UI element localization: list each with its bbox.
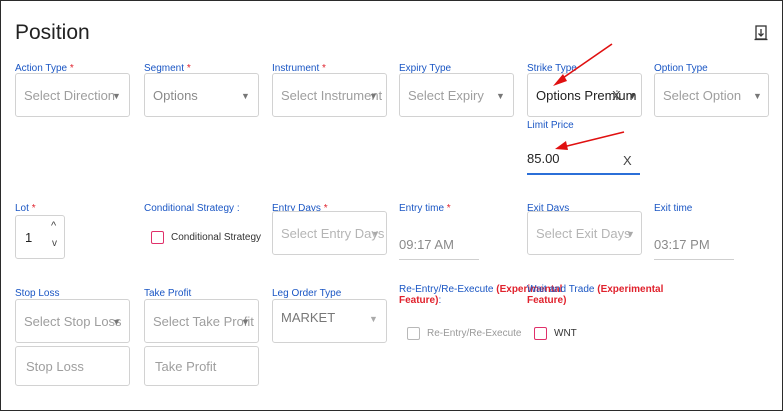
chevron-down-icon: ▼ bbox=[369, 314, 378, 324]
take-profit-placeholder: Select Take Profit bbox=[153, 314, 254, 329]
position-panel: Position Action Type * Segment * Instrum… bbox=[0, 0, 783, 411]
conditional-strategy-checkbox-label: Conditional Strategy bbox=[171, 232, 262, 243]
take-profit-input-placeholder: Take Profit bbox=[155, 359, 217, 374]
strike-type-value: Options Premium bbox=[536, 88, 637, 103]
chevron-down-icon: ▼ bbox=[112, 317, 121, 327]
entry-days-select[interactable]: Select Entry Days ▼ bbox=[272, 211, 387, 255]
exit-time-value: 03:17 PM bbox=[654, 237, 710, 252]
option-type-select[interactable]: Select Option ▼ bbox=[654, 73, 769, 117]
page-title: Position bbox=[15, 21, 90, 44]
lot-value: 1 bbox=[25, 230, 33, 245]
stop-loss-input-placeholder: Stop Loss bbox=[26, 359, 84, 374]
action-type-placeholder: Select Direction bbox=[24, 88, 116, 103]
chevron-down-icon: ▼ bbox=[369, 91, 378, 101]
leg-order-type-label: Leg Order Type bbox=[272, 288, 342, 299]
take-profit-select[interactable]: Select Take Profit ▼ bbox=[144, 299, 259, 343]
take-profit-input[interactable]: Take Profit bbox=[144, 346, 259, 386]
entry-days-placeholder: Select Entry Days bbox=[281, 226, 385, 241]
wnt-checkbox[interactable] bbox=[534, 327, 547, 340]
stop-loss-placeholder: Select Stop Loss bbox=[24, 314, 122, 329]
instrument-placeholder: Select Instrument bbox=[281, 88, 383, 103]
chevron-down-icon: ▼ bbox=[628, 91, 637, 101]
entry-time-label: Entry time * bbox=[399, 203, 451, 214]
lot-stepper[interactable]: 1 ^ v bbox=[15, 215, 65, 259]
limit-price-label: Limit Price bbox=[527, 120, 574, 131]
leg-order-type-value: MARKET bbox=[281, 310, 336, 325]
reentry-checkbox[interactable] bbox=[407, 327, 420, 340]
chevron-up-icon[interactable]: ^ bbox=[51, 220, 56, 232]
chevron-down-icon: ▼ bbox=[626, 229, 635, 239]
reentry-checkbox-label: Re-Entry/Re-Execute bbox=[427, 328, 522, 339]
strike-type-select[interactable]: Options Premium X ▼ bbox=[527, 73, 642, 117]
stop-loss-input[interactable]: Stop Loss bbox=[15, 346, 130, 386]
clear-icon[interactable]: X bbox=[612, 88, 621, 103]
expiry-type-select[interactable]: Select Expiry ▼ bbox=[399, 73, 514, 117]
chevron-down-icon: ▼ bbox=[241, 91, 250, 101]
entry-time-value: 09:17 AM bbox=[399, 237, 454, 252]
wait-and-trade-label: Wait and Trade (Experimental Feature) bbox=[527, 284, 664, 306]
option-type-placeholder: Select Option bbox=[663, 88, 742, 103]
exit-days-placeholder: Select Exit Days bbox=[536, 226, 631, 241]
limit-price-input[interactable]: 85.00 X bbox=[527, 143, 640, 175]
conditional-strategy-checkbox[interactable] bbox=[151, 231, 164, 244]
segment-value: Options bbox=[153, 88, 198, 103]
chevron-down-icon: ▼ bbox=[112, 91, 121, 101]
chevron-down-icon: ▼ bbox=[496, 91, 505, 101]
chevron-down-icon[interactable]: v bbox=[52, 238, 57, 249]
stop-loss-label: Stop Loss bbox=[15, 288, 60, 299]
lot-label: Lot * bbox=[15, 203, 36, 214]
leg-order-type-select[interactable]: MARKET ▼ bbox=[272, 299, 387, 343]
entry-time-input[interactable]: 09:17 AM bbox=[399, 223, 479, 260]
exit-days-select[interactable]: Select Exit Days ▼ bbox=[527, 211, 642, 255]
instrument-select[interactable]: Select Instrument ▼ bbox=[272, 73, 387, 117]
wnt-checkbox-label: WNT bbox=[554, 328, 577, 339]
import-icon[interactable] bbox=[754, 25, 768, 41]
chevron-down-icon: ▼ bbox=[753, 91, 762, 101]
exit-time-input[interactable]: 03:17 PM bbox=[654, 223, 734, 260]
expiry-type-placeholder: Select Expiry bbox=[408, 88, 484, 103]
chevron-down-icon: ▼ bbox=[241, 317, 250, 327]
chevron-down-icon: ▼ bbox=[371, 229, 380, 239]
conditional-strategy-label: Conditional Strategy : bbox=[144, 203, 240, 214]
stop-loss-select[interactable]: Select Stop Loss ▼ bbox=[15, 299, 130, 343]
clear-icon[interactable]: X bbox=[623, 153, 632, 168]
segment-select[interactable]: Options ▼ bbox=[144, 73, 259, 117]
action-type-select[interactable]: Select Direction ▼ bbox=[15, 73, 130, 117]
exit-time-label: Exit time bbox=[654, 203, 693, 214]
take-profit-label: Take Profit bbox=[144, 288, 192, 299]
limit-price-value: 85.00 bbox=[527, 151, 560, 166]
